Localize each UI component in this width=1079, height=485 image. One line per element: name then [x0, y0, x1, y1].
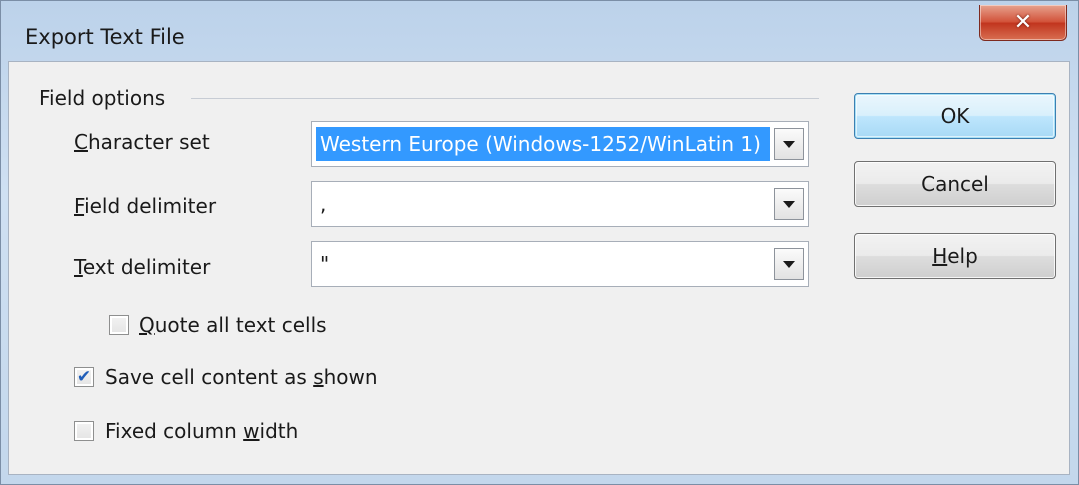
save-cell-content-as-shown-checkbox[interactable]: ✔ [74, 367, 94, 387]
ok-button-label: OK [940, 104, 970, 128]
checkmark-icon: ✔ [76, 366, 92, 387]
cancel-button[interactable]: Cancel [854, 161, 1056, 207]
close-icon: ✕ [1013, 10, 1033, 35]
checkmark-icon [75, 422, 93, 440]
help-button[interactable]: Help [854, 233, 1056, 279]
fixed-column-width-label[interactable]: Fixed column width [105, 419, 298, 443]
character-set-select[interactable]: Western Europe (Windows-1252/WinLatin 1) [311, 121, 809, 167]
cancel-button-label: Cancel [921, 172, 989, 196]
field-delimiter-value[interactable]: , [320, 182, 768, 226]
character-set-value: Western Europe (Windows-1252/WinLatin 1) [316, 127, 770, 161]
text-delimiter-dropdown-button[interactable] [774, 248, 804, 280]
save-cell-content-as-shown-label[interactable]: Save cell content as shown [105, 365, 378, 389]
quote-all-text-cells-checkbox[interactable] [109, 315, 129, 335]
dialog-title: Export Text File [25, 25, 185, 49]
chevron-down-icon [783, 141, 795, 148]
group-separator [191, 98, 819, 99]
help-button-label: Help [932, 244, 978, 268]
export-text-file-dialog: Export Text File ✕ Field options Charact… [0, 0, 1079, 485]
text-delimiter-label: Text delimiter [74, 255, 211, 279]
text-delimiter-select[interactable]: " [311, 241, 809, 287]
chevron-down-icon [783, 201, 795, 208]
title-bar: Export Text File ✕ [1, 1, 1079, 61]
chevron-down-icon [783, 261, 795, 268]
checkmark-icon [110, 316, 128, 334]
field-delimiter-label: Field delimiter [74, 194, 217, 218]
field-options-group-label: Field options [39, 86, 166, 110]
close-button[interactable]: ✕ [979, 5, 1067, 41]
fixed-column-width-checkbox[interactable] [74, 421, 94, 441]
ok-button[interactable]: OK [854, 93, 1056, 139]
field-delimiter-dropdown-button[interactable] [774, 188, 804, 220]
text-delimiter-value[interactable]: " [320, 242, 768, 286]
character-set-dropdown-button[interactable] [774, 128, 804, 160]
field-delimiter-select[interactable]: , [311, 181, 809, 227]
quote-all-text-cells-label[interactable]: Quote all text cells [139, 313, 327, 337]
character-set-label: Character set [74, 130, 210, 154]
